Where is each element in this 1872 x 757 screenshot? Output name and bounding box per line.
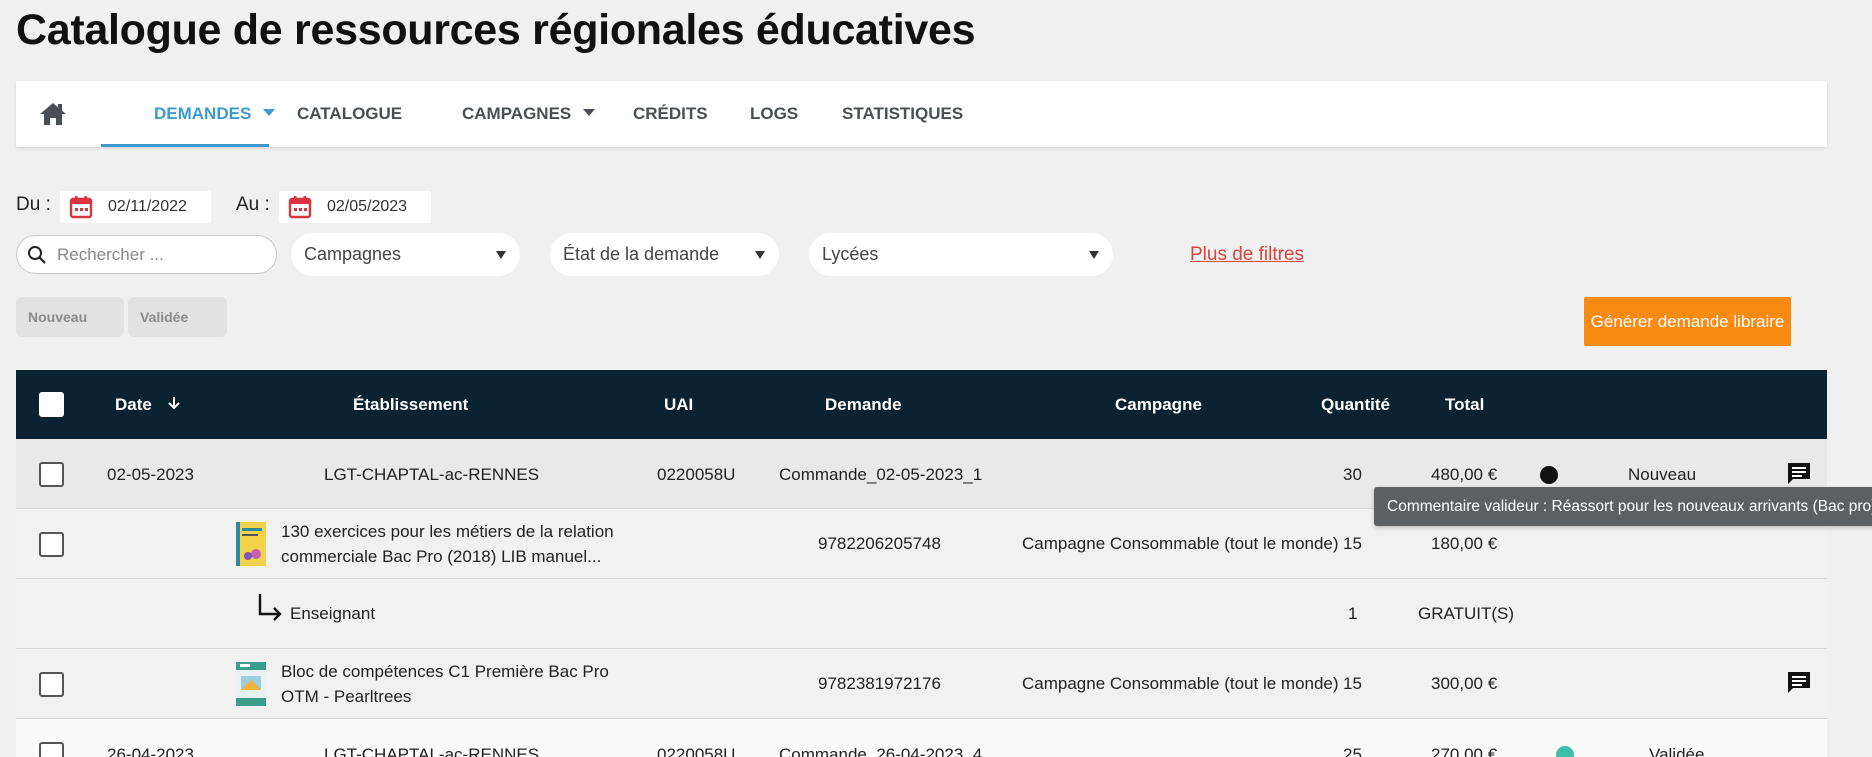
campaigns-select-value: Campagnes <box>304 244 402 264</box>
item-isbn: 9782206205748 <box>818 534 941 553</box>
request-state-select[interactable]: État de la demande <box>550 233 779 276</box>
date-to-label: Au : <box>236 194 270 215</box>
item-quantite: 15 <box>1343 534 1362 553</box>
request-state-select-value: État de la demande <box>563 244 720 264</box>
tab-demandes[interactable]: DEMANDES <box>101 81 276 147</box>
row-checkbox[interactable] <box>39 742 64 757</box>
column-date-label: Date <box>115 395 152 414</box>
row-etablissement: LGT-CHAPTAL-ac-RENNES <box>324 745 540 757</box>
row-quantite: 25 <box>1343 745 1362 757</box>
tab-statistiques-label: STATISTIQUES <box>842 104 964 123</box>
item-total: 300,00 € <box>1431 674 1498 693</box>
tab-catalogue[interactable]: CATALOGUE <box>297 81 402 147</box>
dropdown-arrow-icon <box>755 250 765 259</box>
row-etablissement: LGT-CHAPTAL-ac-RENNES <box>324 465 540 484</box>
date-to-value: 02/05/2023 <box>327 198 408 215</box>
date-from-value: 02/11/2022 <box>108 198 187 215</box>
generate-bookseller-request-button[interactable]: Générer demande libraire <box>1584 297 1791 346</box>
sort-arrow-down-icon <box>167 397 180 410</box>
calendar-icon <box>69 196 93 219</box>
table-header: Date Établissement UAI Demande Campagne … <box>16 370 1827 439</box>
tab-logs-label: LOGS <box>750 104 799 123</box>
main-nav: DEMANDES CATALOGUE CAMPAGNES CRÉDITS LOG… <box>16 81 1827 147</box>
status-chip-nouveau[interactable]: Nouveau <box>16 297 124 337</box>
table-row[interactable]: 26-04-2023 LGT-CHAPTAL-ac-RENNES 0220058… <box>16 719 1827 757</box>
row-demande: Commande_26-04-2023_4 <box>779 745 983 757</box>
item-quantite: 15 <box>1343 674 1362 693</box>
column-campagne: Campagne <box>1115 395 1202 414</box>
row-quantite: 30 <box>1343 465 1362 484</box>
dropdown-arrow-icon <box>1089 250 1099 259</box>
status-dot <box>1556 746 1574 757</box>
row-uai: 0220058U <box>657 465 736 484</box>
tab-catalogue-label: CATALOGUE <box>297 104 403 123</box>
row-demande: Commande_02-05-2023_1 <box>779 465 983 484</box>
column-quantite: Quantité <box>1321 395 1390 414</box>
status-chip-validee[interactable]: Validée <box>128 297 227 337</box>
chevron-down-icon <box>263 109 276 117</box>
select-all-checkbox[interactable] <box>39 392 64 417</box>
item-title-line2: commerciale Bac Pro (2018) LIB manuel... <box>281 547 602 566</box>
date-from-label: Du : <box>16 194 51 215</box>
campaigns-select[interactable]: Campagnes <box>291 233 520 276</box>
tab-campagnes-label: CAMPAGNES <box>462 104 572 123</box>
tab-statistiques[interactable]: STATISTIQUES <box>842 81 963 147</box>
status-badge: Nouveau <box>1628 465 1697 484</box>
sub-item-label: Enseignant <box>290 604 376 623</box>
search-icon <box>28 245 46 264</box>
tab-campagnes[interactable]: CAMPAGNES <box>462 81 596 147</box>
item-title[interactable]: Bloc de compétences C1 Première Bac Pro … <box>281 659 641 709</box>
lycees-select-value: Lycées <box>822 244 879 264</box>
status-dot <box>1540 466 1558 484</box>
column-etablissement: Établissement <box>353 395 469 414</box>
item-title-line2: OTM - Pearltrees <box>281 687 412 706</box>
tab-credits-label: CRÉDITS <box>633 104 708 123</box>
dropdown-arrow-icon <box>496 250 506 259</box>
sub-item-total: GRATUIT(S) <box>1418 604 1515 623</box>
table-row: Enseignant 1 GRATUIT(S) <box>16 579 1827 649</box>
row-checkbox[interactable] <box>39 532 64 557</box>
column-total: Total <box>1445 395 1485 414</box>
search-box <box>16 235 277 274</box>
row-total: 270,00 € <box>1431 745 1498 757</box>
tab-logs[interactable]: LOGS <box>750 81 798 147</box>
row-checkbox[interactable] <box>39 672 64 697</box>
chevron-down-icon <box>583 109 596 117</box>
item-campagne: Campagne Consommable (tout le monde) <box>1022 674 1339 693</box>
book-cover-thumbnail <box>236 662 266 706</box>
column-date[interactable]: Date <box>115 370 181 439</box>
row-date: 26-04-2023 <box>107 745 194 757</box>
comment-icon[interactable] <box>1785 460 1813 488</box>
lycees-select[interactable]: Lycées <box>809 233 1113 276</box>
column-uai: UAI <box>664 395 694 414</box>
column-demande: Demande <box>825 395 902 414</box>
tab-demandes-label: DEMANDES <box>154 104 252 123</box>
item-total: 180,00 € <box>1431 534 1498 553</box>
home-icon[interactable] <box>38 101 68 127</box>
row-uai: 0220058U <box>657 745 736 757</box>
more-filters-link[interactable]: Plus de filtres <box>1190 244 1304 266</box>
status-badge: Validée <box>1649 745 1705 757</box>
tab-credits[interactable]: CRÉDITS <box>633 81 708 147</box>
item-isbn: 9782381972176 <box>818 674 941 693</box>
item-title-line1: Bloc de compétences C1 Première Bac Pro <box>281 662 609 681</box>
row-checkbox[interactable] <box>39 462 64 487</box>
item-title-line1: 130 exercices pour les métiers de la rel… <box>281 522 614 541</box>
date-to-field[interactable]: 02/05/2023 <box>279 191 431 223</box>
sub-item-arrow-icon <box>258 594 282 621</box>
book-cover-thumbnail <box>236 522 266 566</box>
sub-item-quantite: 1 <box>1348 604 1358 623</box>
search-input[interactable] <box>57 244 257 265</box>
comment-tooltip: Commentaire valideur : Réassort pour les… <box>1374 487 1872 526</box>
table-row[interactable]: Bloc de compétences C1 Première Bac Pro … <box>16 649 1827 719</box>
comment-icon[interactable] <box>1785 669 1813 697</box>
item-campagne: Campagne Consommable (tout le monde) <box>1022 534 1339 553</box>
row-total: 480,00 € <box>1431 465 1498 484</box>
row-date: 02-05-2023 <box>107 465 194 484</box>
date-from-field[interactable]: 02/11/2022 <box>60 191 211 223</box>
calendar-icon <box>288 196 312 219</box>
item-title[interactable]: 130 exercices pour les métiers de la rel… <box>281 519 641 569</box>
page-title: Catalogue de ressources régionales éduca… <box>16 6 976 54</box>
